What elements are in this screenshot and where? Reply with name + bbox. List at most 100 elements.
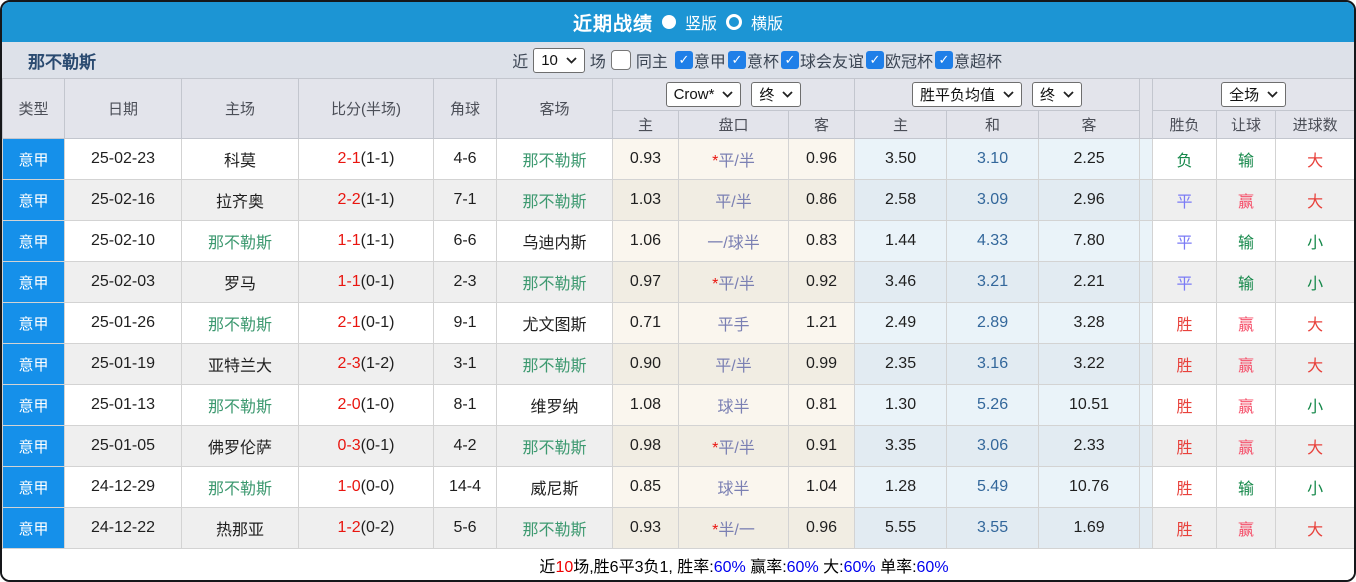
- fulltime-score: 2-2: [337, 191, 361, 208]
- summary-text: 近10场,胜6平3负1, 胜率:60% 赢率:60% 大:60% 单率:60%: [539, 553, 948, 577]
- avg-time-select[interactable]: 终: [1032, 82, 1083, 107]
- avg-draw-odds-cell: 3.09: [946, 179, 1040, 221]
- avg-draw-odds-cell: 4.33: [946, 220, 1040, 262]
- home-team-cell: 那不勒斯: [181, 220, 299, 262]
- horizontal-layout-radio[interactable]: [726, 14, 742, 30]
- handicap-result-cell: 赢: [1216, 425, 1277, 467]
- goals-result-cell: 大: [1275, 138, 1354, 180]
- handicap-away-odds-cell: 0.99: [787, 343, 856, 385]
- league-checkbox[interactable]: ✓: [780, 51, 799, 69]
- match-row: 意甲 25-01-13 那不勒斯 2-0(1-0) 8-1 维罗纳 1.08 球…: [2, 384, 1354, 426]
- avg-away-odds-cell: 10.76: [1038, 466, 1141, 508]
- handicap-cell: 平/半: [678, 179, 789, 221]
- score-cell: 2-1(0-1): [298, 302, 434, 344]
- handicap-result-cell: 输: [1216, 466, 1277, 508]
- same-home-label: 同主: [635, 54, 668, 71]
- near-label: 近: [512, 54, 529, 71]
- handicap-time-select[interactable]: 终: [751, 82, 802, 107]
- vertical-layout-radio[interactable]: [661, 15, 676, 29]
- league-cell: 意甲: [2, 179, 65, 221]
- result-cell: 平: [1152, 220, 1218, 262]
- avg-draw-odds-cell: 5.49: [946, 466, 1040, 508]
- score-cell: 2-2(1-1): [298, 179, 434, 221]
- league-label: 球会友谊: [799, 54, 864, 71]
- avg-draw-odds-cell: 3.06: [946, 425, 1040, 467]
- handicap-home-odds-cell: 0.93: [612, 138, 679, 180]
- corner-cell: 2-3: [433, 261, 497, 303]
- league-label: 欧冠杯: [884, 54, 933, 71]
- fulltime-score: 1-0: [337, 478, 361, 495]
- date-cell: 25-01-05: [64, 425, 182, 467]
- handicap-away-odds-cell: 0.92: [787, 261, 856, 303]
- league-cell: 意甲: [2, 466, 65, 508]
- avg-time-value: 终: [1040, 87, 1056, 104]
- away-team-cell: 威尼斯: [496, 466, 613, 508]
- spacer-cell: [1139, 343, 1154, 385]
- handicap-text: 球半: [717, 481, 750, 498]
- match-count-select[interactable]: 10: [533, 47, 585, 73]
- home-team-cell: 那不勒斯: [181, 466, 299, 508]
- league-checkbox[interactable]: ✓: [934, 51, 953, 69]
- subcol-handicap-home: 主: [612, 110, 679, 139]
- league-checkbox[interactable]: ✓: [865, 51, 884, 69]
- league-checkbox[interactable]: ✓: [674, 51, 693, 69]
- league-filter-item: ✓ 球会友谊: [780, 48, 864, 72]
- avg-home-odds-cell: 3.50: [854, 138, 948, 180]
- handicap-cell: *半/一: [678, 507, 789, 549]
- league-filter-item: ✓ 意甲: [674, 48, 726, 72]
- league-checkbox[interactable]: ✓: [727, 51, 746, 69]
- handicap-result-cell: 赢: [1216, 302, 1277, 344]
- avg-draw-odds-cell: 3.16: [946, 343, 1040, 385]
- summary-footer: 近10场,胜6平3负1, 胜率:60% 赢率:60% 大:60% 单率:60%: [2, 549, 1354, 580]
- handicap-cell: *平/半: [678, 138, 789, 180]
- avg-odds-select[interactable]: 胜平负均值: [912, 82, 1023, 107]
- avg-home-odds-cell: 2.58: [854, 179, 948, 221]
- away-team-cell: 那不勒斯: [496, 138, 613, 180]
- halftime-score: (0-1): [360, 314, 395, 331]
- corner-cell: 4-2: [433, 425, 497, 467]
- col-header-date: 日期: [64, 78, 182, 139]
- subcol-avg-home: 主: [854, 110, 948, 139]
- spacer-cell: [1139, 507, 1154, 549]
- subcol-handicap: 盘口: [678, 110, 789, 139]
- same-home-checkbox[interactable]: [610, 50, 631, 70]
- handicap-text: 球半: [717, 399, 750, 416]
- match-row: 意甲 25-01-19 亚特兰大 2-3(1-2) 3-1 那不勒斯 0.90 …: [2, 343, 1354, 385]
- footer-segment: 60%: [713, 559, 746, 576]
- scope-select[interactable]: 全场: [1221, 82, 1287, 107]
- handicap-home-odds-cell: 0.85: [612, 466, 679, 508]
- handicap-time-value: 终: [759, 87, 775, 104]
- handicap-text: 半/一: [718, 522, 755, 539]
- goals-result-cell: 大: [1275, 507, 1354, 549]
- handicap-cell: *平/半: [678, 425, 789, 467]
- spacer-cell: [1139, 302, 1154, 344]
- league-cell: 意甲: [2, 425, 65, 467]
- corner-cell: 5-6: [433, 507, 497, 549]
- footer-segment: 60%: [843, 559, 876, 576]
- handicap-text: 平/半: [718, 153, 755, 170]
- away-team-cell: 那不勒斯: [496, 261, 613, 303]
- horizontal-layout-label[interactable]: 横版: [751, 10, 783, 34]
- league-label: 意超杯: [953, 54, 1002, 71]
- away-team-cell: 那不勒斯: [496, 425, 613, 467]
- avg-away-odds-cell: 2.21: [1038, 261, 1141, 303]
- halftime-score: (0-0): [360, 478, 395, 495]
- date-cell: 25-01-19: [64, 343, 182, 385]
- avg-away-odds-cell: 2.25: [1038, 138, 1141, 180]
- chevron-down-icon: [722, 91, 734, 98]
- avg-odds-value: 胜平负均值: [920, 87, 996, 104]
- away-team-cell: 那不勒斯: [496, 507, 613, 549]
- result-cell: 胜: [1152, 343, 1218, 385]
- score-cell: 2-1(1-1): [298, 138, 434, 180]
- bookmaker-select[interactable]: Crow*: [665, 82, 742, 107]
- vertical-layout-label[interactable]: 竖版: [685, 10, 717, 34]
- footer-segment: 10: [555, 559, 574, 576]
- title-bar: 近期战绩 竖版 横版: [2, 2, 1354, 42]
- handicap-home-odds-cell: 0.93: [612, 507, 679, 549]
- handicap-away-odds-cell: 1.21: [787, 302, 856, 344]
- date-cell: 25-02-23: [64, 138, 182, 180]
- halftime-score: (1-1): [360, 232, 395, 249]
- spacer-cell: [1139, 220, 1154, 262]
- league-cell: 意甲: [2, 138, 65, 180]
- subcol-avg-draw: 和: [946, 110, 1040, 139]
